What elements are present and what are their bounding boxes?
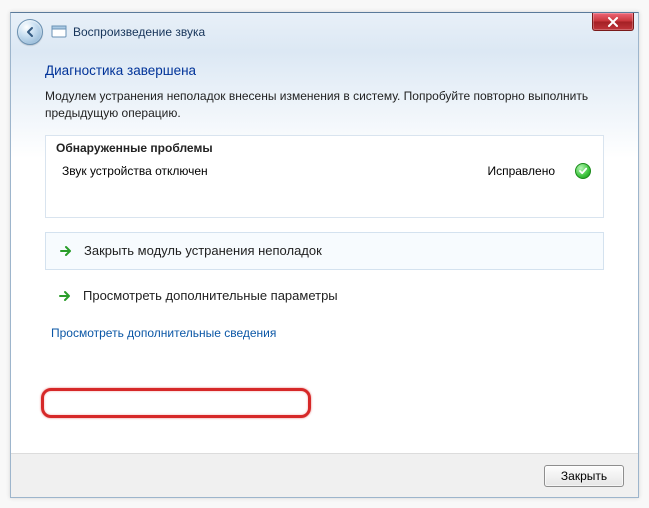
back-arrow-icon bbox=[23, 25, 37, 39]
close-troubleshooter-label: Закрыть модуль устранения неполадок bbox=[84, 243, 322, 258]
problems-header: Обнаруженные проблемы bbox=[46, 136, 603, 158]
footer: Закрыть bbox=[11, 453, 638, 497]
close-troubleshooter-button[interactable]: Закрыть модуль устранения неполадок bbox=[45, 232, 604, 270]
content-area: Диагностика завершена Модулем устранения… bbox=[11, 51, 638, 354]
close-window-button[interactable] bbox=[592, 13, 634, 31]
close-button[interactable]: Закрыть bbox=[544, 465, 624, 487]
annotation-highlight bbox=[41, 388, 311, 418]
view-details-link[interactable]: Просмотреть дополнительные сведения bbox=[51, 326, 276, 340]
titlebar: Воспроизведение звука bbox=[11, 13, 638, 51]
problem-row: Звук устройства отключен Исправлено bbox=[46, 158, 603, 187]
troubleshooter-icon bbox=[51, 24, 67, 40]
window-title: Воспроизведение звука bbox=[73, 25, 205, 39]
arrow-right-icon bbox=[57, 288, 73, 304]
back-button[interactable] bbox=[17, 19, 43, 45]
page-description: Модулем устранения неполадок внесены изм… bbox=[45, 88, 604, 123]
check-icon bbox=[575, 163, 591, 179]
explore-options-label: Просмотреть дополнительные параметры bbox=[83, 288, 338, 303]
explore-options-button[interactable]: Просмотреть дополнительные параметры bbox=[45, 282, 604, 312]
close-icon bbox=[607, 17, 619, 27]
arrow-right-icon bbox=[58, 243, 74, 259]
problems-panel: Обнаруженные проблемы Звук устройства от… bbox=[45, 135, 604, 218]
problem-name: Звук устройства отключен bbox=[62, 164, 487, 178]
problem-status: Исправлено bbox=[487, 164, 555, 178]
troubleshooter-window: Воспроизведение звука Диагностика заверш… bbox=[10, 12, 639, 498]
page-heading: Диагностика завершена bbox=[45, 63, 604, 78]
